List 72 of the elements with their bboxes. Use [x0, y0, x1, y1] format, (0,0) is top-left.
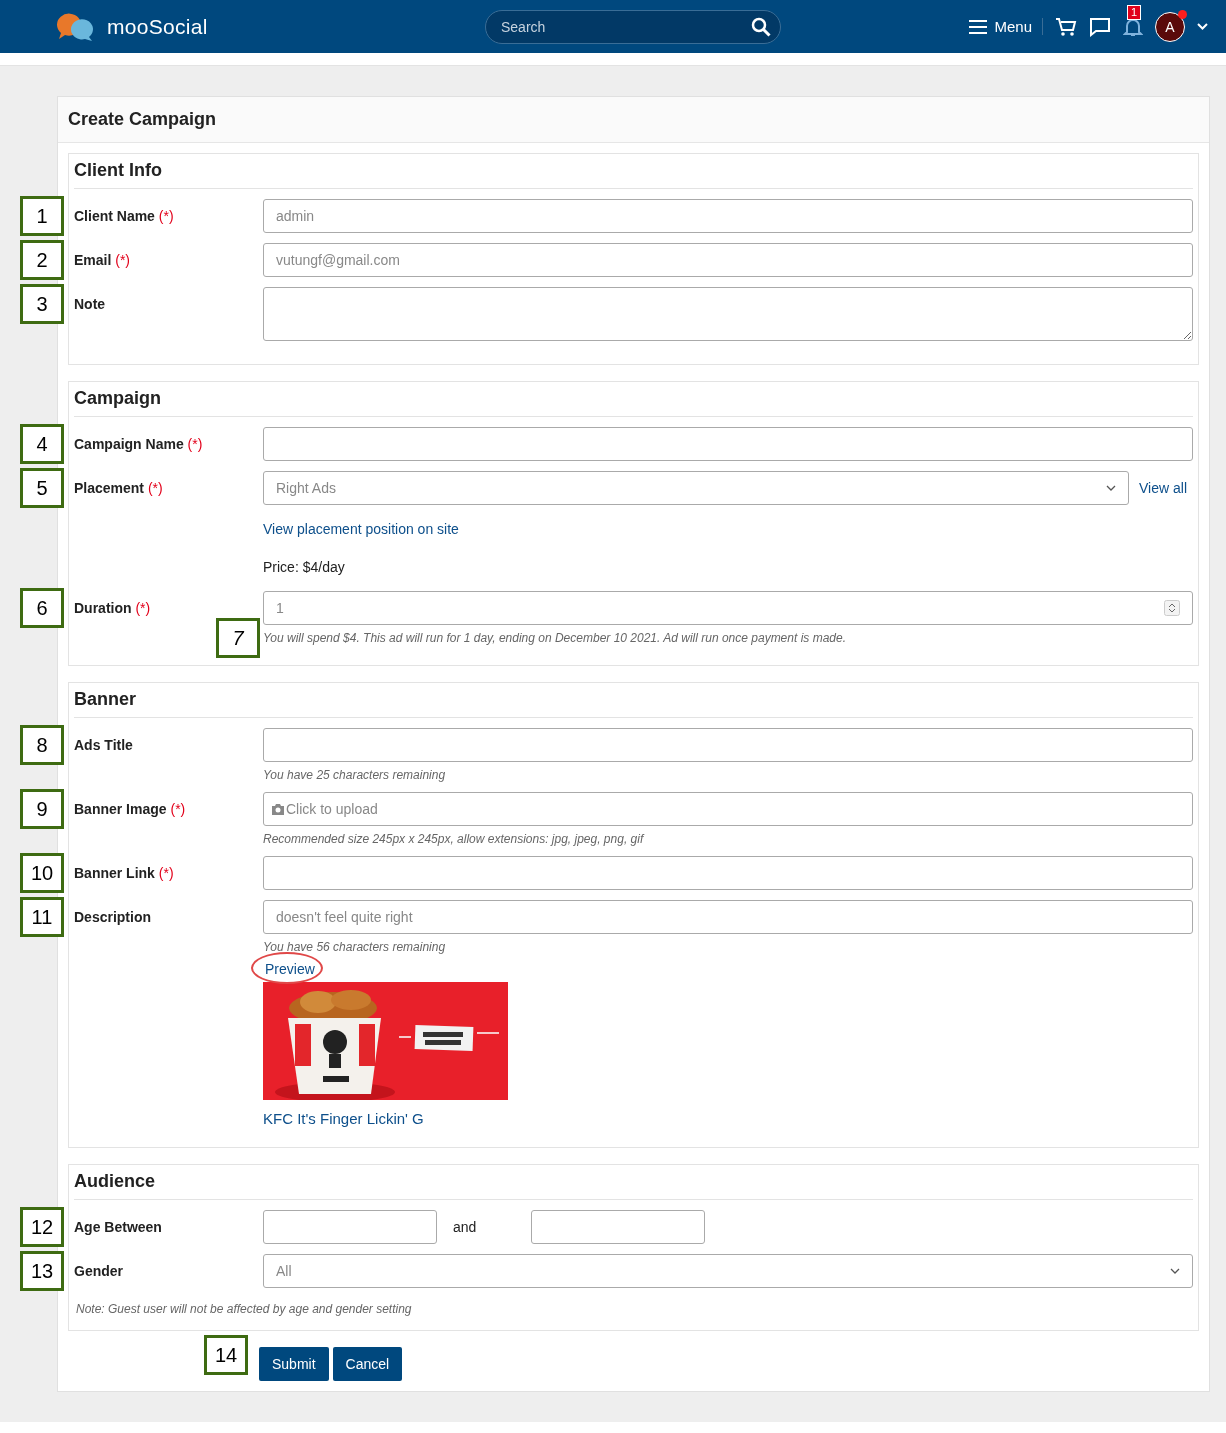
annotation-number: 7 — [216, 618, 260, 658]
annotation-number: 11 — [20, 897, 64, 937]
field-label: Placement (*) — [74, 479, 164, 496]
field-label: Ads Title — [74, 736, 134, 753]
annotation-number: 5 — [20, 468, 64, 508]
text-field[interactable] — [263, 856, 1193, 890]
search-icon — [751, 16, 771, 37]
logo-icon — [55, 12, 95, 41]
preview-link[interactable]: Preview — [265, 961, 315, 977]
field-label: Description — [74, 908, 152, 925]
field-label: Age Between — [74, 1218, 163, 1235]
section-title: Client Info — [74, 160, 162, 180]
annotation-number: 9 — [20, 789, 64, 829]
field-label: Gender — [74, 1262, 124, 1279]
annotation-number: 10 — [20, 853, 64, 893]
cart-icon[interactable] — [1055, 16, 1077, 37]
chevron-down-icon[interactable] — [1197, 23, 1208, 30]
upload-field[interactable]: Click to upload — [263, 792, 1193, 826]
field-label: Email (*) — [74, 251, 132, 268]
chevron-down-icon — [1106, 485, 1116, 491]
annotation-number: 1 — [20, 196, 64, 236]
menu-icon — [969, 19, 988, 34]
section-title: Audience — [74, 1171, 156, 1191]
submit-button[interactable]: Submit — [259, 1347, 329, 1381]
field-label: Campaign Name (*) — [74, 435, 204, 452]
notification-badge: 1 — [1127, 4, 1142, 20]
field-label: Duration (*) — [74, 599, 152, 616]
help-text: You have 56 characters remaining — [263, 940, 446, 954]
menu-button[interactable]: Menu — [969, 18, 1043, 35]
help-text: You have 25 characters remaining — [263, 768, 446, 782]
placement-link[interactable]: View placement position on site — [263, 521, 459, 537]
logo-text: mooSocial — [107, 14, 208, 39]
min-age-field[interactable] — [263, 1210, 437, 1244]
field-label: Client Name (*) — [74, 207, 175, 224]
number-field[interactable]: 1 — [263, 591, 1193, 625]
dropdown-field[interactable]: All — [263, 1254, 1193, 1288]
search-input[interactable]: Search — [485, 9, 781, 44]
text-field[interactable] — [263, 427, 1193, 461]
annotation-number: 8 — [20, 725, 64, 765]
view-all-link[interactable]: View all — [1139, 480, 1187, 496]
help-text: You will spend $4. This ad will run for 1 day, ending on December 10 2021. Ad will run once payment is made. — [263, 631, 846, 645]
text-field[interactable] — [263, 728, 1193, 762]
avatar[interactable]: A — [1155, 11, 1185, 42]
field-label: Note — [74, 295, 107, 312]
section-title: Banner — [74, 689, 136, 709]
chat-icon[interactable] — [1089, 16, 1111, 37]
price-text: Price: $4/day — [263, 559, 345, 575]
help-text: Recommended size 245px x 245px, allow extensions: jpg, jpeg, png, gif — [263, 832, 644, 846]
note-text: Note: Guest user will not be affected by age and gender setting — [76, 1302, 412, 1316]
spinner-icon — [1164, 600, 1180, 616]
annotation-number: 14 — [204, 1335, 248, 1375]
cancel-button[interactable]: Cancel — [332, 1347, 403, 1381]
dropdown-field[interactable]: Right Ads — [263, 471, 1129, 505]
note-field[interactable] — [263, 287, 1193, 341]
annotation-number: 12 — [20, 1207, 64, 1247]
page-title: Create Campaign — [68, 109, 217, 129]
chevron-down-icon — [1170, 1268, 1180, 1274]
annotation-number: 3 — [20, 284, 64, 324]
annotation-number: 6 — [20, 588, 64, 628]
text-field[interactable]: doesn't feel quite right — [263, 900, 1193, 934]
annotation-number: 4 — [20, 424, 64, 464]
max-age-field[interactable] — [531, 1210, 705, 1244]
annotation-number: 13 — [20, 1251, 64, 1291]
banner-caption-link[interactable]: KFC It's Finger Lickin' G — [263, 1110, 424, 1127]
field-label: Banner Link (*) — [74, 864, 175, 881]
camera-icon — [271, 803, 285, 815]
text-field[interactable]: admin — [263, 199, 1193, 233]
field-label: Banner Image (*) — [74, 800, 187, 817]
section-title: Campaign — [74, 388, 161, 408]
annotation-number: 2 — [20, 240, 64, 280]
text-field[interactable]: vutungf@gmail.com — [263, 243, 1193, 277]
and-text: and — [452, 1219, 478, 1235]
